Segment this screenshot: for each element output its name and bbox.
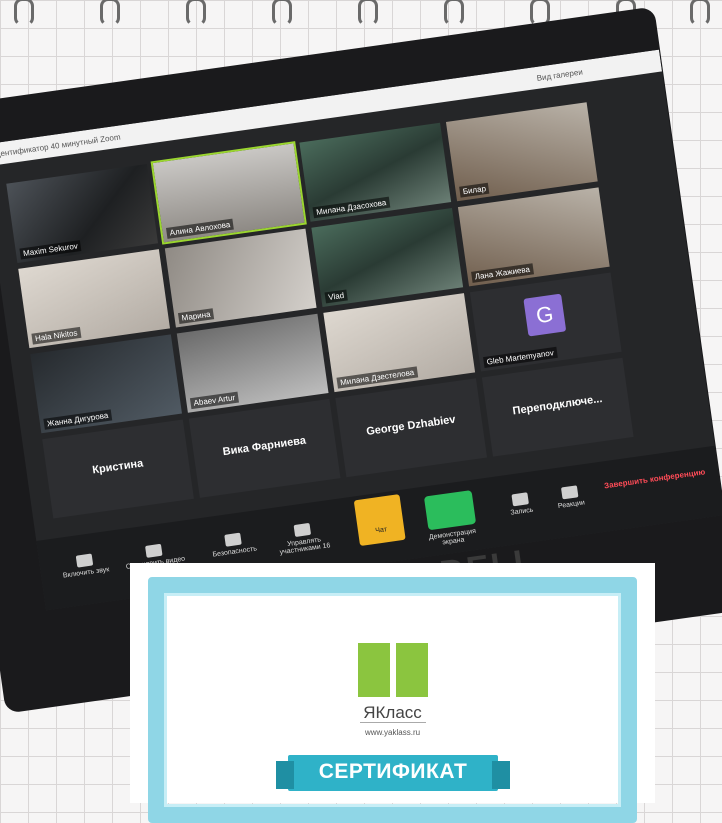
share-screen-button[interactable]: Демонстрация экрана (417, 526, 488, 550)
participant-tile[interactable]: Милана Дзестелова (323, 293, 476, 393)
participant-name: Вика Фарниева (221, 434, 307, 459)
participant-tile-active[interactable]: Алина Авлохова (150, 140, 307, 245)
certificate: ЯКласс www.yaklass.ru СЕРТИФИКАТ (130, 563, 655, 823)
divider (360, 722, 426, 723)
participant-tile[interactable]: Вика Фарниева (188, 398, 341, 498)
participant-tile[interactable]: Maxim Sekurov (6, 163, 159, 263)
book-logo-icon (358, 643, 430, 699)
participant-name: Переподключе... (511, 392, 604, 418)
participant-tile[interactable]: George Dzhabiev (335, 378, 488, 478)
zoom-window: Идентификатор 40 минутный Zoom Вид галер… (0, 49, 722, 611)
participant-tile[interactable]: Марина (164, 228, 317, 328)
shield-icon (224, 532, 242, 547)
participant-tile[interactable]: G Gleb Martemyanov (469, 272, 622, 372)
certificate-ribbon: СЕРТИФИКАТ (276, 755, 510, 791)
participant-name: Лана Жажиева (471, 263, 534, 283)
participant-tile[interactable]: Vlad (311, 207, 464, 307)
participant-name: Vlad (324, 289, 348, 304)
participant-name: Maxim Sekurov (19, 240, 82, 260)
participant-name: Жанна Дигурова (43, 409, 112, 430)
participant-tile[interactable]: Билар (445, 102, 598, 202)
end-meeting-button[interactable]: Завершить конференцию (604, 467, 706, 490)
record-icon (511, 492, 529, 507)
participant-name: Кристина (91, 457, 144, 477)
unmute-button[interactable]: Включить звук (49, 550, 121, 582)
participant-name: Милана Дзасохова (312, 196, 390, 219)
gallery-view-button[interactable]: Вид галереи (536, 67, 583, 82)
certificate-site: www.yaklass.ru (364, 728, 421, 737)
participant-tile[interactable]: Милана Дзасохова (299, 122, 452, 222)
participant-tile[interactable]: Переподключе... (481, 357, 634, 457)
certificate-brand: ЯКласс (363, 703, 422, 722)
participant-name: Gleb Martemyanov (483, 346, 558, 368)
participant-name: George Dzhabiev (365, 413, 457, 439)
participants-button[interactable]: Управлять участниками 16 (267, 519, 340, 557)
people-icon (293, 522, 312, 537)
camera-icon (145, 543, 163, 558)
certificate-title: СЕРТИФИКАТ (318, 760, 468, 783)
smile-icon (560, 485, 579, 500)
reactions-button[interactable]: Реакции (534, 482, 606, 514)
avatar: G (523, 293, 567, 337)
participant-name: Марина (177, 308, 215, 325)
share-screen-icon[interactable] (423, 490, 477, 531)
participant-name: Abaev Artur (189, 391, 239, 410)
participant-gallery: Maxim Sekurov Алина Авлохова Милана Дзас… (6, 102, 638, 521)
participant-name: Билар (459, 182, 490, 198)
participant-name: Милана Дзестелова (336, 366, 418, 389)
chat-button[interactable]: Чат (353, 494, 406, 547)
security-button[interactable]: Безопасность (198, 529, 270, 561)
participant-tile[interactable]: Кристина (42, 419, 194, 519)
participant-name: Алина Авлохова (165, 218, 234, 239)
participant-tile[interactable]: Hala Nikitos (18, 249, 170, 349)
participants-count: 16 (322, 542, 331, 551)
participant-tile[interactable]: Abaev Artur (176, 313, 329, 413)
participant-tile[interactable]: Жанна Дигурова (30, 334, 182, 434)
participant-tile[interactable]: Лана Жажиева (457, 187, 610, 287)
microphone-icon (75, 553, 94, 568)
participant-name: Hala Nikitos (31, 326, 82, 345)
